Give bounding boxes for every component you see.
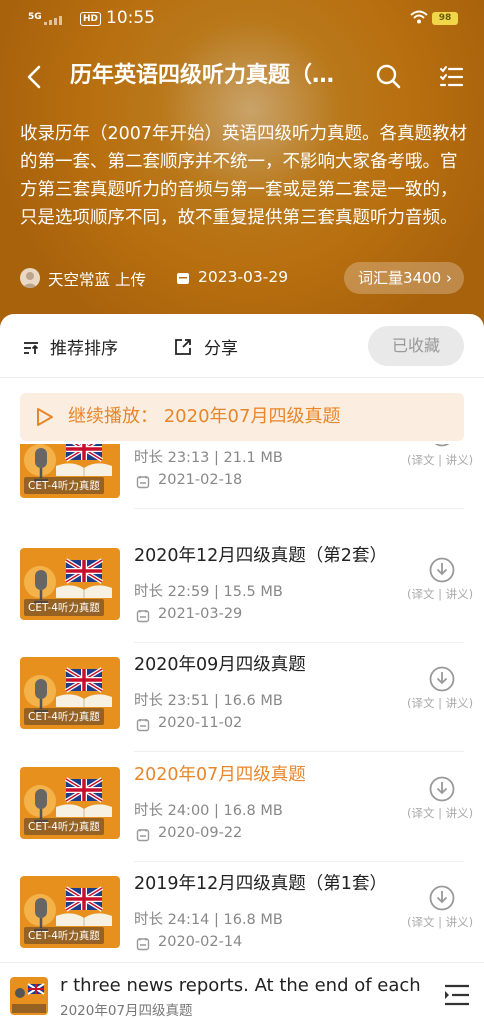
episode-cover: CET-4听力真题 (20, 876, 120, 948)
network-indicator: 5G (28, 12, 42, 22)
mini-player[interactable]: r three news reports. At the end of each… (0, 962, 484, 1020)
sort-icon (24, 341, 39, 354)
episode-duration: 时长 24:00 | 16.8 MB (134, 802, 283, 819)
episode-row[interactable]: CET-4听力真题 2020年12月四级真题（第2套） 时长 22:59 | 15.… (0, 542, 484, 652)
episode-cover: CET-4听力真题 (20, 547, 120, 620)
cover-tag: CET-4听力真题 (24, 598, 104, 616)
back-button[interactable] (22, 64, 48, 90)
hd-badge: HD (80, 12, 102, 26)
now-playing-cover[interactable] (10, 977, 48, 1015)
episode-cover: CET-4听力真题 (20, 444, 120, 498)
episode-title: 2020年09月四级真题 (134, 655, 306, 675)
sort-label: 推荐排序 (50, 339, 118, 359)
share-button[interactable]: 分享 (174, 334, 238, 359)
vocab-label: 词汇量3400 (358, 269, 442, 287)
episode-extras[interactable]: (译文 | 讲义) (407, 914, 473, 930)
album-meta: 天空常蓝 上传 2023-03-29 词汇量3400 › (20, 262, 464, 294)
continue-title: 2020年07月四级真题 (163, 406, 341, 427)
episode-duration: 时长 24:14 | 16.8 MB (134, 912, 283, 928)
continue-label: 继续播放： (68, 406, 158, 427)
vocab-button[interactable]: 词汇量3400 › (344, 262, 464, 294)
action-bar: 推荐排序 分享 已收藏 (0, 314, 484, 378)
episode-title: 2019年12月四级真题（第1套） (134, 874, 387, 894)
row-divider (134, 860, 464, 862)
cover-tag: CET-4听力真题 (24, 817, 104, 835)
checklist-icon[interactable] (438, 64, 464, 90)
play-icon (37, 408, 53, 426)
calendar-icon (136, 474, 150, 489)
search-icon[interactable] (374, 62, 402, 90)
row-divider (134, 508, 464, 509)
now-playing-lyric: r three news reports. At the end of each (60, 975, 421, 996)
cover-tag: CET-4听力真题 (24, 708, 104, 725)
episode-row[interactable]: CET-4听力真题 时长 23:13 | 21.1 MB 2021-02-18 (译文… (0, 444, 484, 542)
calendar-icon (136, 827, 150, 841)
clock: 10:55 (106, 8, 155, 28)
album-description: 收录历年（2007年开始）英语四级听力真题。各真题教材的第一套、第二套顺序并不统… (20, 124, 468, 228)
row-divider (134, 641, 464, 643)
favorite-button[interactable]: 已收藏 (368, 326, 464, 366)
share-label: 分享 (204, 339, 238, 359)
share-icon (175, 338, 191, 355)
episode-date: 2021-03-29 (158, 605, 243, 622)
episode-date: 2021-02-18 (158, 472, 243, 488)
episode-title: 2020年07月四级真题 (134, 764, 306, 785)
battery-icon: 98 (432, 12, 458, 25)
episode-date: 2020-09-22 (158, 824, 243, 841)
episode-date: 2020-02-14 (158, 934, 243, 950)
uploader-info[interactable]: 天空常蓝 上传 (48, 268, 146, 290)
episode-extras[interactable]: (译文 | 讲义) (407, 805, 473, 821)
episode-duration: 时长 23:51 | 16.6 MB (134, 693, 283, 709)
episode-duration: 时长 23:13 | 21.1 MB (134, 450, 283, 466)
content-sheet: 推荐排序 分享 已收藏 继续播放： 2020年07月四级真题 CET-4听力真题… (0, 314, 484, 974)
continue-play-banner[interactable]: 继续播放： 2020年07月四级真题 (20, 393, 464, 441)
episode-cover: CET-4听力真题 (20, 766, 120, 839)
episode-cover: CET-4听力真题 (20, 657, 120, 729)
avatar[interactable] (20, 268, 40, 288)
playlist-icon[interactable] (444, 983, 470, 1007)
download-icon[interactable] (428, 444, 456, 448)
album-header: 5G HD 10:55 98 历年英语四级听力真题（… 收录历年（2007年开始… (0, 0, 484, 340)
signal-icon (44, 16, 62, 25)
episode-row[interactable]: CET-4听力真题 2019年12月四级真题（第1套） 时长 24:14 | 16.… (0, 870, 484, 972)
episode-extras[interactable]: (译文 | 讲义) (407, 452, 473, 468)
download-icon[interactable] (428, 665, 456, 693)
download-icon[interactable] (428, 884, 456, 912)
cover-tag: CET-4听力真题 (24, 477, 104, 494)
episode-extras[interactable]: (译文 | 讲义) (407, 586, 473, 602)
download-icon[interactable] (428, 775, 456, 803)
calendar-icon (136, 936, 150, 951)
episode-row[interactable]: CET-4听力真题 2020年07月四级真题时长 24:00 | 16.8 MB 2… (0, 761, 484, 871)
episode-title: 2020年12月四级真题（第2套） (134, 545, 387, 566)
episode-date: 2020-11-02 (158, 715, 243, 731)
uploader-name: 天空常蓝 (48, 271, 111, 289)
cover-tag: CET-4听力真题 (24, 927, 104, 944)
download-icon[interactable] (428, 556, 456, 584)
sort-button[interactable]: 推荐排序 (22, 334, 118, 359)
now-playing-title: 2020年07月四级真题 (60, 1003, 193, 1019)
episode-duration: 时长 22:59 | 15.5 MB (134, 583, 283, 600)
calendar-icon (136, 608, 150, 622)
episode-list: CET-4听力真题 时长 23:13 | 21.1 MB 2021-02-18 (译文… (0, 444, 484, 972)
calendar-icon (177, 273, 189, 284)
calendar-icon (136, 717, 150, 732)
row-divider (134, 751, 464, 752)
episode-row[interactable]: CET-4听力真题 2020年09月四级真题时长 23:51 | 16.6 MB 2… (0, 651, 484, 761)
page-title: 历年英语四级听力真题（… (70, 63, 335, 88)
chevron-right-icon: › (446, 269, 452, 287)
upload-label: 上传 (114, 271, 146, 289)
status-bar: 5G HD 10:55 98 (0, 8, 484, 32)
wifi-icon (410, 10, 428, 24)
episode-extras[interactable]: (译文 | 讲义) (407, 695, 473, 711)
upload-date: 2023-03-29 (198, 268, 289, 286)
